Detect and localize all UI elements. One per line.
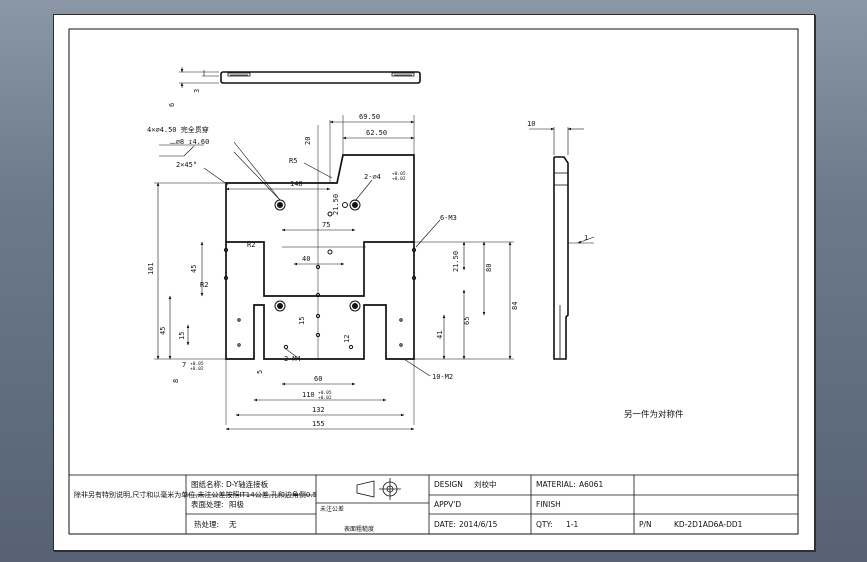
- date-label: DATE:: [434, 520, 456, 529]
- hole-pattern: [223, 199, 417, 350]
- dim-top-small: 3: [193, 89, 201, 93]
- design-value: 刘校中: [474, 479, 497, 489]
- part-name-label: 图纸名称:: [191, 479, 224, 489]
- dim-84: 84: [511, 302, 519, 310]
- tech-requirement: 除非另有特别说明,尺寸和以毫米为单位,未注公差按照IT14公差,孔和边角倒0.5: [74, 490, 317, 499]
- date-value: 2014/6/15: [459, 520, 498, 529]
- heat-label: 热处理:: [194, 519, 219, 529]
- dim-41: 41: [436, 331, 444, 339]
- surface-value: 阳极: [229, 499, 244, 509]
- note-thread-2: 2-M4: [284, 355, 301, 363]
- main-view: [225, 154, 415, 360]
- appvd-label: APPV'D: [434, 500, 461, 509]
- qty-label: QTY:: [536, 520, 553, 529]
- dim-62-50: 62.50: [366, 129, 387, 137]
- side-view: [553, 156, 569, 360]
- qty-value: 1-1: [566, 520, 578, 529]
- pn-value: KD-2D1AD6A-DD1: [674, 520, 743, 529]
- cad-viewport[interactable]: 6 3 69.50 62.50 20 148 21.50 75 40 161 4…: [0, 0, 867, 562]
- general-tolerance-label: 未注公差: [320, 505, 344, 513]
- projection-symbol-icon: [356, 478, 401, 500]
- note-counterbore: ⌴∅8 ↧4.60: [170, 138, 209, 146]
- dim-side-10: 10: [527, 120, 535, 128]
- dim-7-tol-lower: +0.02: [190, 366, 204, 372]
- roughness-label: 表面粗糙度: [344, 525, 374, 533]
- note-r5: R5: [289, 157, 297, 165]
- dim-65: 65: [463, 317, 471, 325]
- dim-8: 8: [172, 379, 180, 383]
- dim-12: 12: [343, 335, 351, 343]
- dim-15a: 15: [178, 332, 186, 340]
- note-dowel-tol-lower: +0.02: [392, 176, 406, 182]
- dim-80: 80: [485, 264, 493, 272]
- inner-frame: [68, 28, 799, 535]
- drawing-canvas: 6 3 69.50 62.50 20 148 21.50 75 40 161 4…: [68, 28, 799, 535]
- note-thread-6: 6-M3: [440, 214, 457, 222]
- material-label: MATERIAL:: [536, 480, 576, 489]
- note-r2b: R2: [200, 281, 208, 289]
- dim-132: 132: [312, 406, 325, 414]
- dim-161: 161: [147, 262, 155, 275]
- surface-label: 表面处理:: [191, 499, 224, 509]
- dim-110-tol-lower: +0.02: [318, 395, 332, 401]
- note-dowel: 2-∅4: [364, 173, 381, 181]
- dim-5: 5: [256, 370, 264, 374]
- dim-60: 60: [314, 375, 322, 383]
- note-r2a: R2: [247, 241, 255, 249]
- top-view: [220, 71, 421, 84]
- dim-155: 155: [312, 420, 325, 428]
- heat-value: 无: [229, 520, 237, 529]
- finish-label: FINISH: [536, 500, 561, 509]
- dim-7: 7: [182, 361, 186, 369]
- design-label: DESIGN: [434, 480, 463, 489]
- pn-label: P/N: [639, 520, 652, 529]
- dim-69-50: 69.50: [359, 113, 380, 121]
- dim-21-50a: 21.50: [332, 194, 340, 215]
- material-value: A6061: [579, 480, 603, 489]
- note-chamfer: 2×45°: [176, 161, 197, 169]
- dim-45b: 45: [159, 327, 167, 335]
- note-holes-through: 4×∅4.50 完全贯穿: [147, 125, 209, 134]
- dim-21-50b: 21.50: [452, 251, 460, 272]
- dim-148: 148: [290, 180, 303, 188]
- dim-top-thick: 6: [168, 103, 176, 107]
- dim-side-1: 1: [584, 234, 588, 242]
- dim-110: 110: [302, 391, 315, 399]
- drawing-sheet[interactable]: 6 3 69.50 62.50 20 148 21.50 75 40 161 4…: [53, 14, 815, 551]
- note-thread-10: 10-M2: [432, 373, 453, 381]
- dim-40: 40: [302, 255, 310, 263]
- dim-15b: 15: [298, 317, 306, 325]
- dim-75: 75: [322, 221, 330, 229]
- part-name: D-Y轴连接板: [226, 479, 269, 489]
- dim-45a: 45: [190, 265, 198, 273]
- note-symmetric-part: 另一件为对称件: [624, 409, 684, 420]
- dim-20: 20: [304, 137, 312, 145]
